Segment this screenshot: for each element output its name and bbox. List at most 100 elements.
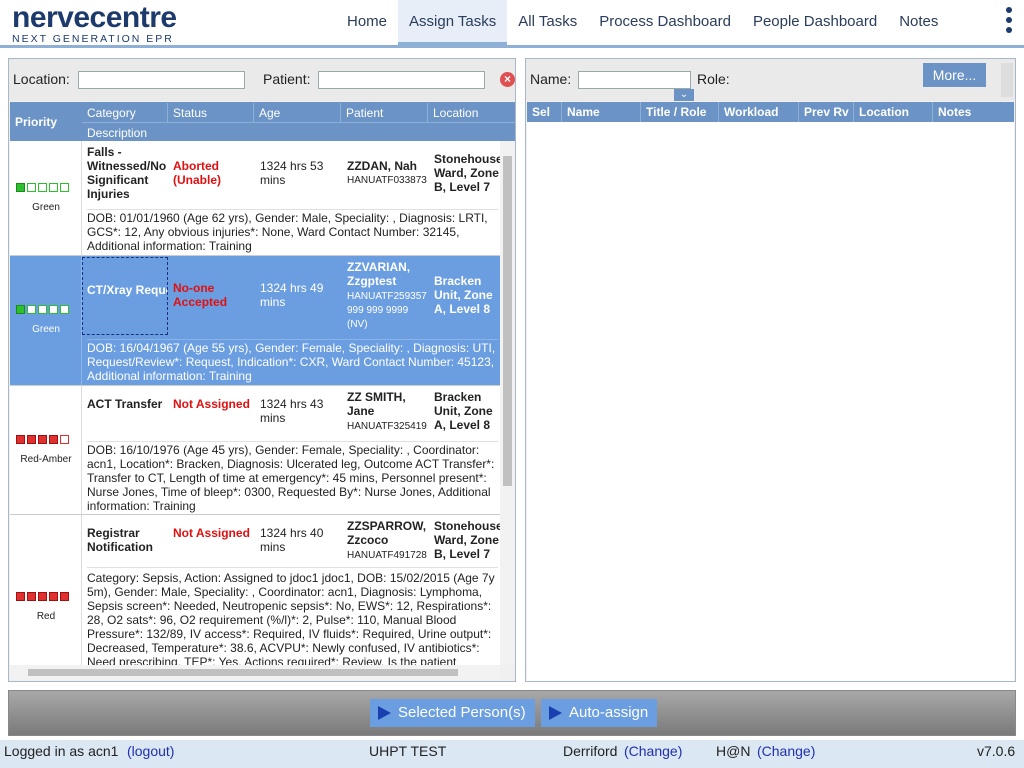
status-cell: Aborted (Unable) [173, 159, 221, 187]
nav-all-tasks[interactable]: All Tasks [507, 0, 588, 45]
nav-assign-tasks[interactable]: Assign Tasks [398, 0, 508, 45]
task-row[interactable]: Green Falls - Witnessed/No Significant I… [10, 141, 500, 256]
selected-persons-button[interactable]: Selected Person(s) [370, 699, 535, 727]
people-table-body [527, 122, 1014, 681]
col-sel[interactable]: Sel [527, 102, 562, 122]
col-category[interactable]: Category [82, 103, 168, 123]
nav-home[interactable]: Home [336, 0, 398, 45]
scrollbar-thumb[interactable] [28, 669, 458, 676]
location-cell: Stonehouse Ward, Zone B, Level 7 [434, 152, 500, 194]
patient-name: ZZDAN, Nah [347, 159, 417, 173]
version: v7.0.6 [977, 743, 1016, 759]
age-cell: 1324 hrs 40 mins [260, 526, 324, 554]
age-cell: 1324 hrs 49 mins [260, 281, 324, 309]
action-bar: Selected Person(s) Auto-assign [8, 690, 1016, 736]
task-list-vertical-scrollbar[interactable] [500, 141, 515, 665]
col-status[interactable]: Status [168, 103, 254, 123]
description-cell: DOB: 01/01/1960 (Age 62 yrs), Gender: Ma… [87, 209, 498, 253]
main-nav: Home Assign Tasks All Tasks Process Dash… [336, 0, 949, 45]
priority-label: Green [32, 324, 60, 335]
description-cell: DOB: 16/04/1967 (Age 55 yrs), Gender: Fe… [87, 339, 498, 383]
patient-name: ZZVARIAN, Zzgptest [347, 260, 411, 288]
site-name: Derriford [563, 743, 618, 759]
patient-name: ZZ SMITH, Jane [347, 390, 406, 418]
priority-label: Red-Amber [20, 454, 72, 465]
role-label: Role: [697, 71, 730, 87]
task-table-body: Green Falls - Witnessed/No Significant I… [10, 141, 500, 665]
location-cell: Stonehouse Ward, Zone B, Level 7 [434, 519, 500, 561]
play-arrow-icon [549, 706, 562, 720]
col-notes[interactable]: Notes [933, 102, 1014, 122]
patient-input[interactable] [318, 71, 485, 89]
category-cell: ACT Transfer [87, 397, 163, 411]
change-hn-link[interactable]: (Change) [757, 743, 815, 759]
patient-id: HANUATF259357 [347, 291, 427, 302]
name-input[interactable] [578, 71, 691, 89]
col-workload[interactable]: Workload [719, 102, 799, 122]
location-cell: Bracken Unit, Zone A, Level 8 [434, 390, 493, 432]
people-table-header: Sel Name Title / Role Workload Prev Rv L… [527, 102, 1014, 122]
patient-status: (NV) [347, 319, 368, 330]
col-patient[interactable]: Patient [341, 103, 428, 123]
col-priority[interactable]: Priority [10, 112, 82, 132]
col-location[interactable]: Location [854, 102, 933, 122]
task-row[interactable]: Red-Amber ACT Transfer Not Assigned 1324… [10, 386, 500, 515]
patient-name: ZZSPARROW, Zzcoco [347, 519, 427, 547]
scrollbar-thumb[interactable] [503, 156, 512, 486]
category-cell: Falls - Witnessed/No Significant Injurie… [87, 145, 167, 201]
auto-assign-button[interactable]: Auto-assign [541, 699, 658, 727]
selected-persons-label: Selected Person(s) [398, 704, 526, 721]
age-cell: 1324 hrs 43 mins [260, 397, 324, 425]
category-cell: CT/Xray Request/Review [82, 257, 168, 335]
task-table-header: Priority Category Status Age Patient Loc… [10, 102, 515, 141]
nav-process-dashboard[interactable]: Process Dashboard [588, 0, 742, 45]
task-list-horizontal-scrollbar[interactable] [10, 665, 500, 680]
priority-indicator [16, 592, 76, 601]
top-bar: nervecentre NEXT GENERATION EPR Home Ass… [0, 0, 1024, 48]
play-arrow-icon [378, 706, 391, 720]
nav-people-dashboard[interactable]: People Dashboard [742, 0, 888, 45]
task-row[interactable]: Red Registrar Notification Not Assigned … [10, 515, 500, 665]
auto-assign-label: Auto-assign [569, 704, 649, 721]
filter-scrollbar[interactable] [1001, 63, 1013, 97]
patient-label: Patient: [263, 71, 311, 87]
col-prev-rv[interactable]: Prev Rv [799, 102, 854, 122]
col-location[interactable]: Location [428, 103, 515, 123]
nav-notes[interactable]: Notes [888, 0, 949, 45]
chevron-down-icon[interactable]: ⌄ [674, 89, 694, 101]
tasks-panel: Location: Patient: × Priority Category S… [8, 58, 516, 682]
priority-cell: Green [10, 141, 82, 255]
patient-id: HANUATF491728 [347, 550, 427, 561]
location-cell: Bracken Unit, Zone A, Level 8 [434, 274, 493, 316]
change-site-link[interactable]: (Change) [624, 743, 682, 759]
priority-cell: Red-Amber [10, 386, 82, 514]
priority-cell: Green [10, 256, 82, 385]
more-menu-icon[interactable] [1004, 7, 1014, 37]
description-cell: DOB: 16/10/1976 (Age 45 yrs), Gender: Fe… [87, 441, 498, 513]
priority-label: Green [32, 202, 60, 213]
patient-id: HANUATF033873 [347, 175, 427, 186]
priority-indicator [16, 305, 76, 314]
status-cell: Not Assigned [173, 397, 250, 411]
col-title-role[interactable]: Title / Role [641, 102, 719, 122]
col-age[interactable]: Age [254, 103, 341, 123]
col-description[interactable]: Description [82, 122, 515, 142]
patient-nhs-number: 999 999 9999 [347, 305, 409, 316]
more-button[interactable]: More... [923, 63, 986, 87]
status-cell: Not Assigned [173, 526, 250, 540]
clear-filter-icon[interactable]: × [500, 72, 515, 87]
task-row-selected[interactable]: Green CT/Xray Request/Review No-one Acce… [10, 256, 500, 386]
priority-cell: Red [10, 515, 82, 665]
logout-link[interactable]: (logout) [127, 743, 174, 759]
category-cell: Registrar Notification [87, 526, 153, 554]
col-name[interactable]: Name [562, 102, 641, 122]
patient-id: HANUATF325419 [347, 421, 427, 432]
location-input[interactable] [78, 71, 245, 89]
people-panel: Name: Role: ⌄ More... Sel Name Title / R… [525, 58, 1016, 682]
hn-label: H@N [716, 743, 751, 759]
status-bar: Logged in as acn1 (logout) UHPT TEST Der… [0, 740, 1024, 768]
logged-in-text: Logged in as acn1 [4, 743, 119, 759]
priority-label: Red [36, 611, 56, 622]
age-cell: 1324 hrs 53 mins [260, 159, 324, 187]
people-filter-bar: Name: Role: ⌄ More... [526, 59, 1015, 101]
